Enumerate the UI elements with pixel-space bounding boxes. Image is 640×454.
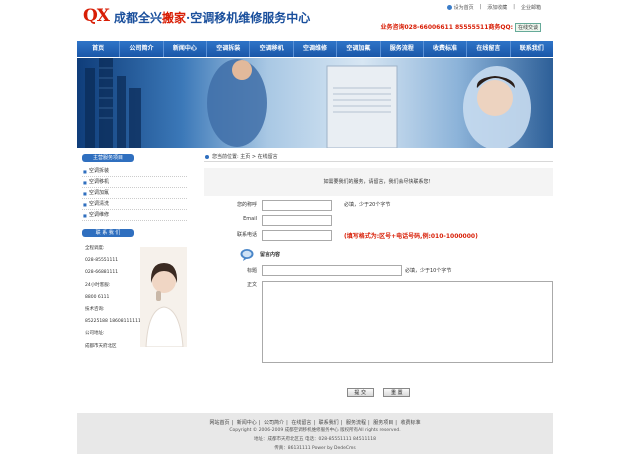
- email-row: Email: [204, 213, 553, 228]
- phone-hint: (填写格式为:区号+电话号码,例:010-1000000): [344, 233, 478, 240]
- name-label: 您的称呼: [236, 202, 257, 208]
- home-icon: [446, 5, 452, 10]
- contact-line: 028-66881111: [85, 270, 119, 276]
- message-section-title: 留言内容: [260, 252, 281, 258]
- contact-line: 028-85551111: [85, 258, 119, 264]
- separator: |: [479, 4, 482, 10]
- logo-mark: QX: [83, 6, 110, 26]
- submit-button[interactable]: 提 交: [346, 388, 374, 397]
- footer-links: 网站首页 | 新闻中心 | 公司简介 | 在线留言 | 联系我们 | 服务流程 | 服务项目…: [207, 420, 423, 426]
- subject-row: 标题 必填，少于10个字节: [204, 265, 553, 278]
- service-link-cleaning[interactable]: 空调清洗: [82, 199, 187, 210]
- contact-line: 成都市天府北区: [85, 343, 117, 349]
- set-homepage-link[interactable]: 设为首页: [446, 4, 474, 11]
- separator: |: [513, 4, 515, 10]
- main-nav: 首页 公司简介 新闻中心 空调拆装 空调移机 空调维修 空调加氟 服务流程 收费…: [77, 41, 553, 57]
- service-link-relocation[interactable]: 空调移机: [82, 177, 187, 188]
- nav-pricing[interactable]: 收费标准: [424, 41, 468, 57]
- footer-address: 地址：成都市天府北区五 电话：028-85551111 84511118: [254, 437, 376, 442]
- contact-box: 全程调度: 028-85551111 028-66881111 24小时客服: …: [82, 243, 187, 351]
- service-link-install[interactable]: 空调拆装: [82, 166, 187, 177]
- banner-illustration: [85, 58, 531, 148]
- operator-illustration: [140, 247, 187, 347]
- nav-home[interactable]: 首页: [77, 41, 121, 57]
- nav-ac-repair[interactable]: 空调维修: [294, 41, 338, 57]
- body-row: 正文: [204, 280, 553, 392]
- message-bubble-icon: [240, 249, 254, 261]
- nav-about[interactable]: 公司简介: [120, 41, 164, 57]
- body-textarea[interactable]: [262, 281, 553, 363]
- services-list: 空调拆装 空调移机 空调加氟 空调清洗 空调维修: [82, 166, 187, 221]
- body-label: 正文: [246, 282, 257, 288]
- left-sidebar: 主营服务项目 空调拆装 空调移机 空调加氟 空调清洗 空调维修 联 系 我 们 …: [82, 154, 192, 351]
- email-input[interactable]: [262, 215, 332, 226]
- banner-image: [77, 58, 553, 148]
- footer-fax: 传真：86131111 Power by DedeCms: [274, 446, 356, 451]
- site-title: 成都全兴搬家·空调移机维修服务中心: [114, 9, 310, 26]
- guestbook-form: 您的称呼 必填，少于20个字节 Email 联系电话 (填写格式为:区号+电话号…: [204, 198, 553, 392]
- footer-copyright: Copyright © 2006-2009 成都空调移机维修服务中心 版权所有A…: [229, 428, 401, 433]
- service-link-refrigerant[interactable]: 空调加氟: [82, 188, 187, 199]
- site-footer: 网站首页 | 新闻中心 | 公司简介 | 在线留言 | 联系我们 | 服务流程 | 服务项目…: [77, 413, 553, 454]
- email-label: Email: [243, 216, 257, 222]
- site-title-part1: 成都全兴: [114, 11, 163, 25]
- contact-title: 联 系 我 们: [82, 229, 134, 237]
- subject-label: 标题: [246, 268, 257, 274]
- contact-line: 全程调度:: [85, 246, 105, 251]
- corporate-email-link[interactable]: 企业邮箱: [521, 4, 541, 11]
- hotline-text: 业务咨询028-66006611 85555511商务QQ:: [380, 24, 513, 31]
- hotline: 业务咨询028-66006611 85555511商务QQ: 在线交谈: [380, 22, 541, 32]
- subject-hint: 必填，少于10个字节: [405, 268, 452, 274]
- site-header: QX 成都全兴搬家·空调移机维修服务中心 设为首页 | 添加收藏 | 企业邮箱 …: [77, 0, 553, 41]
- page-wrapper: QX 成都全兴搬家·空调移机维修服务中心 设为首页 | 添加收藏 | 企业邮箱 …: [77, 0, 553, 454]
- nav-guestbook[interactable]: 在线留言: [467, 41, 511, 57]
- subject-input[interactable]: [262, 265, 402, 276]
- service-link-repair[interactable]: 空调维修: [82, 210, 187, 221]
- contact-line: 技术咨询:: [85, 307, 105, 313]
- customer-service-photo: [140, 247, 187, 347]
- contact-line: 公司地址:: [85, 331, 105, 337]
- nav-process[interactable]: 服务流程: [381, 41, 424, 57]
- qq-chat-button[interactable]: 在线交谈: [514, 23, 541, 32]
- breadcrumb: 您当前位置: 主页 > 在线留言: [204, 152, 553, 162]
- name-input[interactable]: [262, 200, 332, 211]
- footer-link-home[interactable]: 网站首页: [207, 420, 231, 426]
- phone-row: 联系电话 (填写格式为:区号+电话号码,例:010-1000000): [204, 228, 553, 243]
- site-title-part2: 搬家: [162, 11, 187, 25]
- message-section-header: 留言内容: [204, 245, 553, 265]
- nav-ac-relocation[interactable]: 空调移机: [250, 41, 294, 57]
- contact-line: 85225188 18608111111: [85, 319, 141, 325]
- site-title-part3: ·空调移机维修服务中心: [186, 11, 311, 25]
- nav-ac-refrigerant[interactable]: 空调加氟: [337, 41, 381, 57]
- name-hint: 必填，少于20个字节: [344, 202, 391, 208]
- nav-contact[interactable]: 联系我们: [511, 41, 553, 57]
- footer-link-pricing[interactable]: 收费标准: [399, 420, 423, 426]
- phone-label: 联系电话: [236, 232, 257, 238]
- name-row: 您的称呼 必填，少于20个字节: [204, 198, 553, 213]
- form-buttons: 提 交 重 置: [204, 388, 553, 398]
- add-favorite-link[interactable]: 添加收藏: [487, 4, 507, 11]
- contact-line: 8800 6111: [85, 294, 110, 300]
- nav-ac-install[interactable]: 空调拆装: [207, 41, 251, 57]
- contact-line: 24小时客服:: [85, 282, 111, 288]
- contact-info: 全程调度: 028-85551111 028-66881111 24小时客服: …: [85, 243, 143, 353]
- phone-input[interactable]: [262, 230, 332, 241]
- nav-news[interactable]: 新闻中心: [164, 41, 208, 57]
- reset-button[interactable]: 重 置: [383, 388, 411, 397]
- services-title: 主营服务项目: [82, 154, 134, 162]
- intro-text: 如需要我们的服务，请留言，我们会尽快联系您！: [204, 168, 553, 196]
- top-links: 设为首页 | 添加收藏 | 企业邮箱: [446, 4, 541, 11]
- main-content: 您当前位置: 主页 > 在线留言 如需要我们的服务，请留言，我们会尽快联系您！ …: [204, 152, 553, 402]
